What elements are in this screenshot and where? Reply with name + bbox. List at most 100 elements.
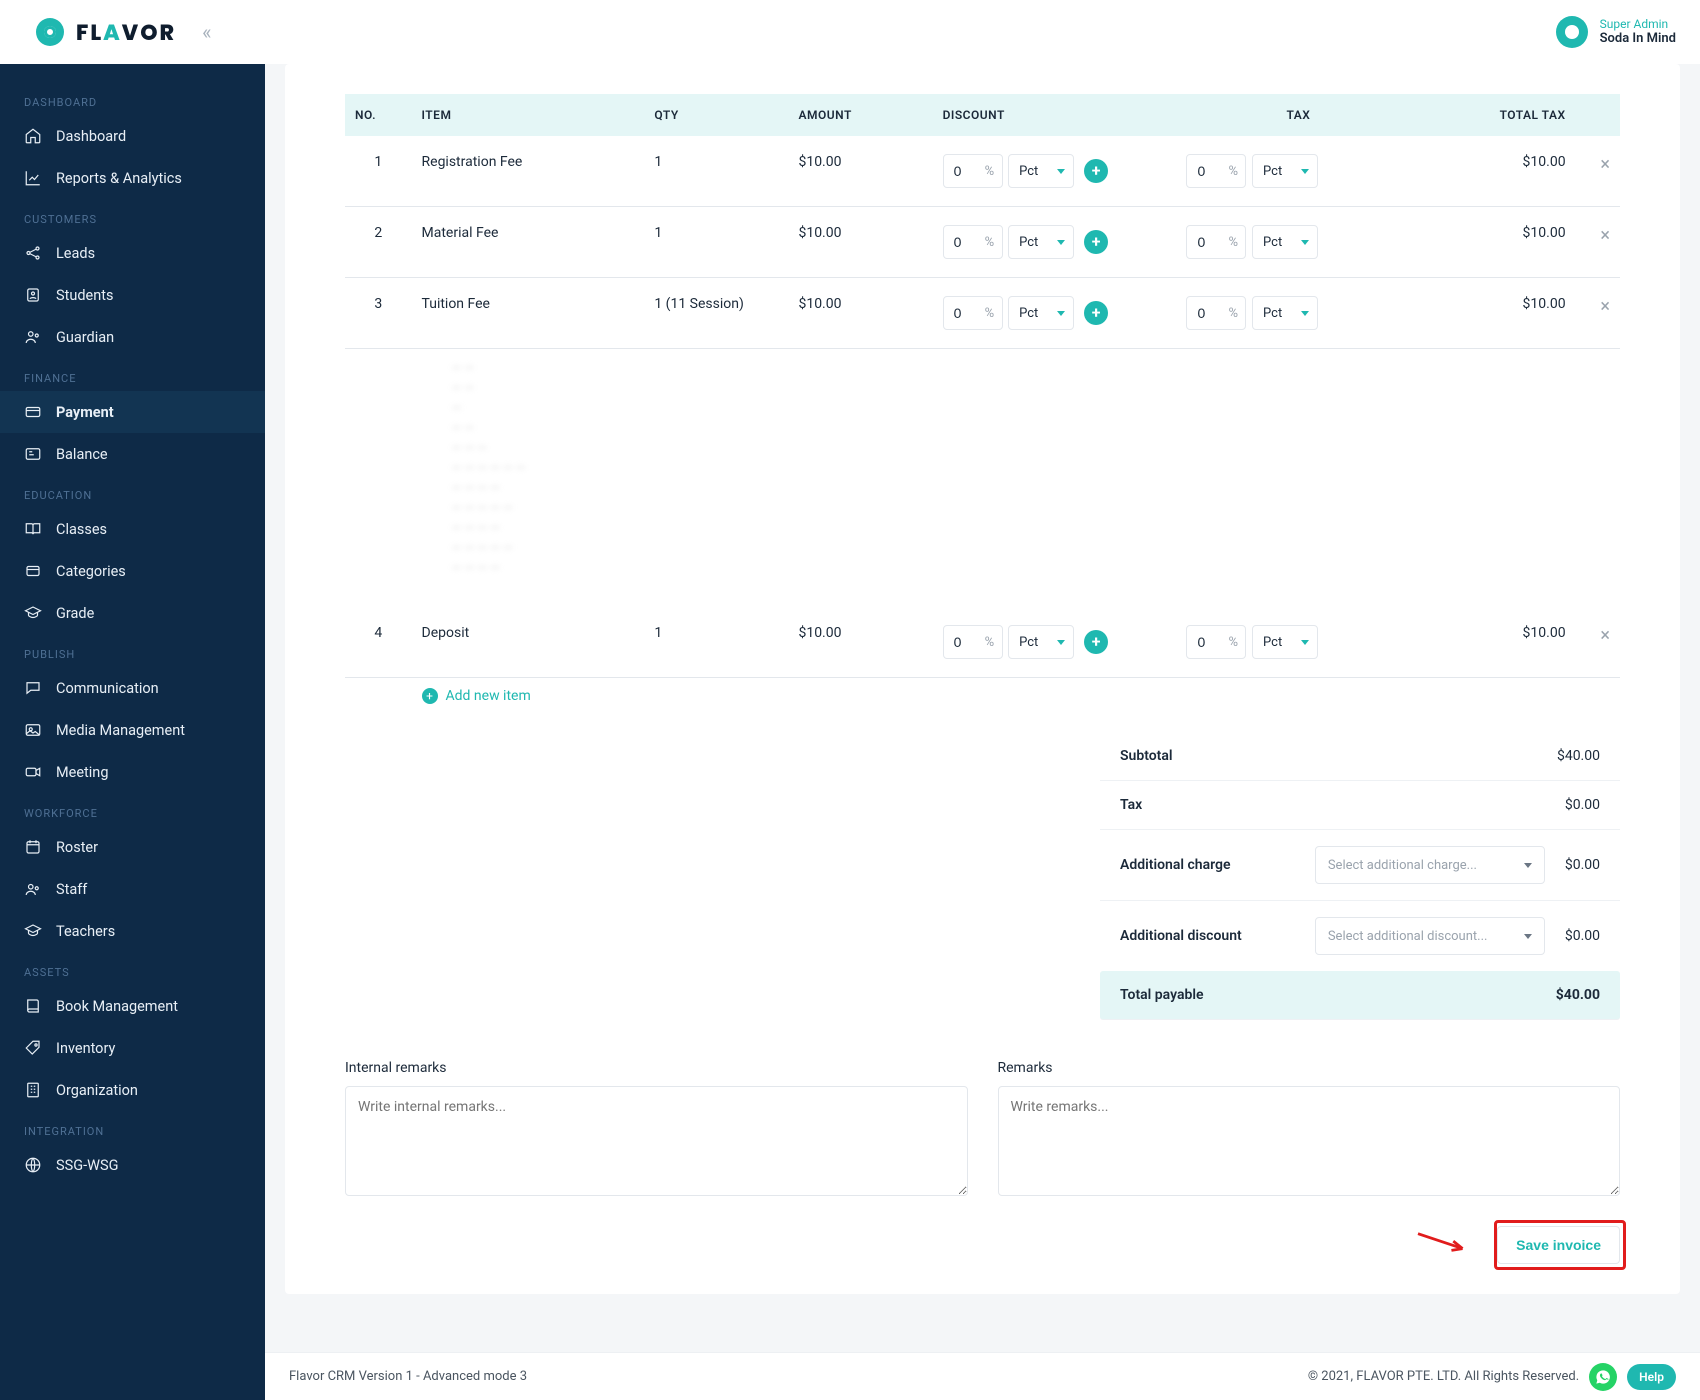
balance-icon	[24, 445, 42, 463]
sidebar-item-label: Organization	[56, 1082, 138, 1099]
type-select[interactable]: Pct	[1252, 296, 1318, 330]
sidebar-item-grade[interactable]: Grade	[0, 592, 265, 634]
percent-label: %	[985, 635, 995, 650]
sidebar-item-label: Leads	[56, 245, 95, 262]
subtotal-value: $40.00	[1557, 748, 1600, 764]
type-select[interactable]: Pct	[1008, 154, 1074, 188]
addl-charge-select[interactable]: Select additional charge...	[1315, 846, 1545, 884]
table-row: 4Deposit1$10.00%Pct+%Pct$10.00×	[345, 607, 1620, 678]
type-select[interactable]: Pct	[1008, 225, 1074, 259]
remove-row-button[interactable]: ×	[1600, 225, 1610, 246]
chevron-down-icon	[1057, 240, 1065, 245]
cell-no: 4	[345, 607, 412, 678]
sidebar-item-reports[interactable]: Reports & Analytics	[0, 157, 265, 199]
add-item-button[interactable]: +Add new item	[422, 688, 531, 704]
sidebar-item-staff[interactable]: Staff	[0, 868, 265, 910]
brand-word-accent: A	[103, 17, 122, 48]
th-amount: AMOUNT	[788, 94, 932, 136]
sidebar-collapse-icon[interactable]: «	[202, 20, 211, 44]
sidebar-item-guardian[interactable]: Guardian	[0, 316, 265, 358]
addl-charge-label: Additional charge	[1120, 857, 1295, 873]
sidebar-item-meeting[interactable]: Meeting	[0, 751, 265, 793]
sidebar-item-dashboard[interactable]: Dashboard	[0, 115, 265, 157]
cell-discount: % Pct +	[933, 278, 1177, 349]
guardian-icon	[24, 328, 42, 346]
box-icon	[24, 562, 42, 580]
chevron-down-icon	[1301, 640, 1309, 645]
remarks-row: Internal remarks Remarks	[345, 1060, 1620, 1196]
actions-row: Save invoice	[345, 1226, 1620, 1264]
chat-icon	[24, 679, 42, 697]
add-discount-button[interactable]: +	[1084, 630, 1108, 654]
cell-total-tax: $10.00	[1420, 278, 1575, 349]
addl-discount-label: Additional discount	[1120, 928, 1295, 944]
cell-amount: $10.00	[788, 607, 932, 678]
sidebar-item-leads[interactable]: Leads	[0, 232, 265, 274]
sidebar-item-teachers[interactable]: Teachers	[0, 910, 265, 952]
sidebar-item-roster[interactable]: Roster	[0, 826, 265, 868]
cell-item: Material Fee	[412, 207, 645, 278]
add-discount-button[interactable]: +	[1084, 230, 1108, 254]
sidebar-item-label: Students	[56, 287, 113, 304]
percent-label: %	[985, 306, 995, 321]
sidebar-item-inventory[interactable]: Inventory	[0, 1027, 265, 1069]
cell-tax: %Pct	[1176, 278, 1420, 349]
addl-discount-value: $0.00	[1565, 928, 1600, 944]
remarks-input[interactable]	[998, 1086, 1621, 1196]
remarks-label: Remarks	[998, 1060, 1053, 1076]
sidebar-section-label: DASHBOARD	[0, 82, 265, 115]
cell-tax: %Pct	[1176, 136, 1420, 207]
addl-discount-select[interactable]: Select additional discount...	[1315, 917, 1545, 955]
sidebar-item-label: Staff	[56, 881, 87, 898]
remove-row-button[interactable]: ×	[1600, 154, 1610, 175]
cell-total-tax: $10.00	[1420, 136, 1575, 207]
calendar-icon	[24, 838, 42, 856]
remove-row-button[interactable]: ×	[1600, 625, 1610, 646]
chevron-down-icon	[1524, 863, 1532, 868]
tax-label: Tax	[1120, 797, 1142, 813]
sidebar-section-label: CUSTOMERS	[0, 199, 265, 232]
type-select[interactable]: Pct	[1252, 154, 1318, 188]
remove-row-button[interactable]: ×	[1600, 296, 1610, 317]
sidebar-item-payment[interactable]: Payment	[0, 391, 265, 433]
type-select[interactable]: Pct	[1008, 625, 1074, 659]
cell-total-tax: $10.00	[1420, 607, 1575, 678]
percent-label: %	[985, 235, 995, 250]
type-select[interactable]: Pct	[1008, 296, 1074, 330]
user-menu[interactable]: Super Admin Soda In Mind	[1556, 16, 1676, 48]
cell-qty: 1	[644, 607, 788, 678]
footer-version: Flavor CRM Version 1 - Advanced mode 3	[289, 1369, 527, 1384]
whatsapp-icon[interactable]	[1589, 1363, 1617, 1391]
subtotal-label: Subtotal	[1120, 748, 1173, 764]
sidebar-item-organization[interactable]: Organization	[0, 1069, 265, 1111]
add-discount-button[interactable]: +	[1084, 301, 1108, 325]
save-invoice-button[interactable]: Save invoice	[1497, 1226, 1620, 1264]
sidebar-section-label: PUBLISH	[0, 634, 265, 667]
sidebar-section-label: INTEGRATION	[0, 1111, 265, 1144]
cell-item: Tuition Fee	[412, 278, 645, 349]
sidebar-item-categories[interactable]: Categories	[0, 550, 265, 592]
sidebar-item-classes[interactable]: Classes	[0, 508, 265, 550]
invoice-card: NO. ITEM QTY AMOUNT DISCOUNT TAX TOTAL T…	[285, 64, 1680, 1294]
cell-tax: %Pct	[1176, 607, 1420, 678]
sidebar-item-book-mgmt[interactable]: Book Management	[0, 985, 265, 1027]
avatar-icon	[1556, 16, 1588, 48]
type-select[interactable]: Pct	[1252, 625, 1318, 659]
grad-icon	[24, 604, 42, 622]
th-empty	[1576, 94, 1620, 136]
sidebar-item-media[interactable]: Media Management	[0, 709, 265, 751]
sidebar-item-ssg-wsg[interactable]: SSG-WSG	[0, 1144, 265, 1186]
internal-remarks-input[interactable]	[345, 1086, 968, 1196]
chevron-down-icon	[1057, 169, 1065, 174]
cell-discount: %Pct+	[933, 136, 1177, 207]
sidebar-item-communication[interactable]: Communication	[0, 667, 265, 709]
main: NO. ITEM QTY AMOUNT DISCOUNT TAX TOTAL T…	[265, 64, 1700, 1388]
cell-item: Deposit	[412, 607, 645, 678]
cell-total-tax: $10.00	[1420, 207, 1575, 278]
help-button[interactable]: Help	[1627, 1364, 1676, 1390]
sidebar-item-balance[interactable]: Balance	[0, 433, 265, 475]
sidebar-item-label: Guardian	[56, 329, 114, 346]
add-discount-button[interactable]: +	[1084, 159, 1108, 183]
type-select[interactable]: Pct	[1252, 225, 1318, 259]
sidebar-item-students[interactable]: Students	[0, 274, 265, 316]
